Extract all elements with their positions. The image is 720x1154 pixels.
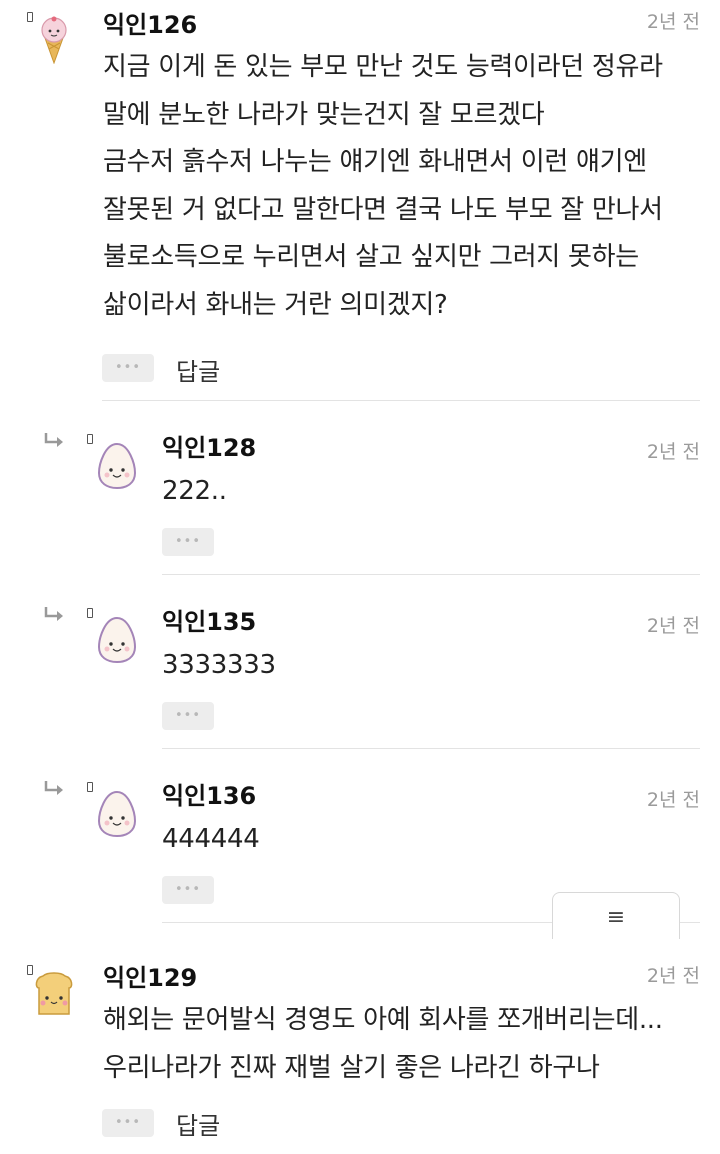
comment-line: 삶이라서 화내는 거란 의미겠지? (103, 289, 448, 320)
reply-button[interactable]: 답글 (176, 1106, 220, 1141)
more-options-button[interactable]: ••• (102, 1109, 154, 1137)
divider (162, 574, 700, 575)
reply-button[interactable]: 답글 (176, 352, 220, 387)
ice-cream-cone-icon (41, 16, 67, 64)
more-options-button[interactable]: ••• (162, 528, 214, 556)
divider (102, 400, 700, 401)
comment-line: 말에 분노한 나라가 맞는건지 잘 모르겠다 (103, 99, 545, 130)
comment-time: 2년 전 (646, 11, 700, 33)
comment-time: 2년 전 (646, 965, 700, 987)
more-options-button[interactable]: ••• (102, 354, 154, 382)
reply-arrow-icon (44, 781, 63, 795)
egg-face-icon (97, 616, 137, 664)
reply-author[interactable]: 익인136 (162, 776, 256, 811)
comment-marker-icon (87, 608, 93, 618)
more-options-button[interactable]: ••• (162, 702, 214, 730)
hamburger-menu-button[interactable]: ≡ (552, 892, 680, 939)
reply-author[interactable]: 익인135 (162, 602, 256, 637)
reply-text: 222.. (162, 476, 227, 506)
comment-author[interactable]: 익인129 (103, 958, 197, 993)
egg-face-icon (97, 790, 137, 838)
comment-line: 우리나라가 진짜 재벌 살기 좋은 나라긴 하구나 (103, 1052, 600, 1083)
reply-text: 3333333 (162, 650, 276, 680)
comment-line: 잘못된 거 없다고 말한다면 결국 나도 부모 잘 만나서 (103, 194, 663, 225)
divider (162, 748, 700, 749)
reply-text: 444444 (162, 824, 260, 854)
comment-marker-icon (87, 782, 93, 792)
egg-face-icon (97, 442, 137, 490)
reply-arrow-icon (44, 607, 63, 621)
comment-line: 해외는 문어발식 경영도 아예 회사를 쪼개버리는데... (103, 1005, 663, 1035)
comment-body: 해외는 문어발식 경영도 아예 회사를 쪼개버리는데... 우리나라가 진짜 재… (103, 997, 663, 1092)
reply-time: 2년 전 (646, 615, 700, 637)
reply-time: 2년 전 (646, 441, 700, 463)
reply-author[interactable]: 익인128 (162, 428, 256, 463)
comment-line: 불로소득으로 누리면서 살고 싶지만 그러지 못하는 (103, 242, 639, 272)
comment-line: 금수저 흙수저 나누는 얘기엔 화내면서 이런 얘기엔 (103, 147, 647, 177)
toast-bread-icon (35, 972, 73, 1015)
hamburger-menu-icon: ≡ (606, 905, 626, 930)
comment-author[interactable]: 익인126 (103, 5, 197, 40)
reply-time: 2년 전 (646, 789, 700, 811)
comment-marker-icon (87, 434, 93, 444)
comment-body: 지금 이게 돈 있는 부모 만난 것도 능력이라던 정유라 말에 분노한 나라가… (103, 44, 663, 329)
more-options-button[interactable]: ••• (162, 876, 214, 904)
reply-arrow-icon (44, 433, 63, 447)
comment-line: 지금 이게 돈 있는 부모 만난 것도 능력이라던 정유라 (103, 52, 663, 82)
